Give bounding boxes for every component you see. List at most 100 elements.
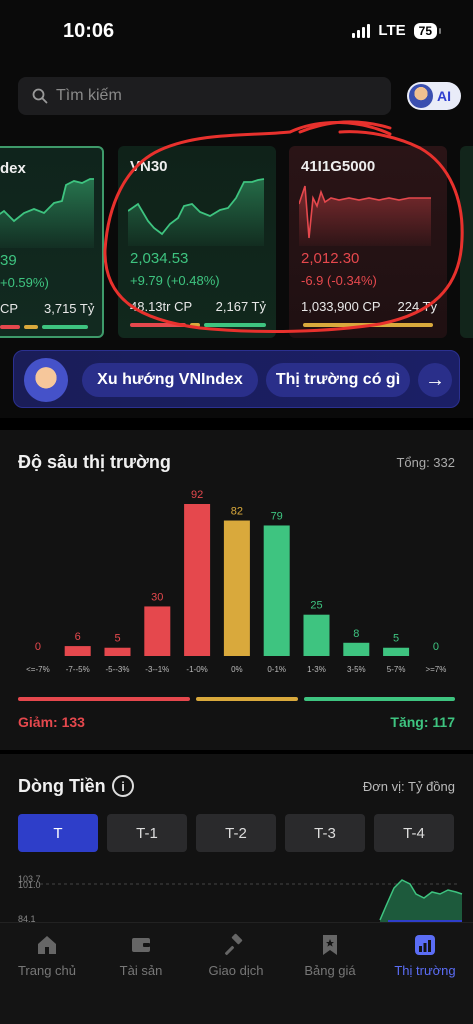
tab-t[interactable]: T xyxy=(18,814,98,852)
money-flow-section: Dòng Tiền i Đơn vị: Tỷ đồng T T-1 T-2 T-… xyxy=(0,754,473,924)
nav-label: Tài sản xyxy=(119,963,163,978)
status-time: 10:06 xyxy=(63,20,115,42)
vnindex-trend-chip[interactable]: Xu hướng VNIndex xyxy=(82,363,258,397)
index-price: 2,012.30 xyxy=(301,250,360,267)
search-input[interactable] xyxy=(56,87,356,105)
y-tick: 101.0 xyxy=(18,880,41,890)
depth-bar-value: 0 xyxy=(433,641,439,653)
index-change: +0.59%) xyxy=(0,275,49,290)
breadth-bar-flat xyxy=(24,325,38,329)
nav-item-home[interactable]: Trang chủ xyxy=(0,933,94,978)
status-right: LTE 75 xyxy=(352,22,442,39)
wallet-icon xyxy=(132,938,150,952)
nav-item-market[interactable]: Thị trường xyxy=(378,933,472,978)
unit-label: Đơn vị: Tỷ đồng xyxy=(362,779,455,794)
index-price: 2,034.53 xyxy=(130,250,189,267)
depth-bar-value: 25 xyxy=(310,600,322,612)
network-label: LTE xyxy=(378,22,406,39)
home-icon xyxy=(38,936,56,954)
market-news-chip[interactable]: Thị trường có gì xyxy=(266,363,410,397)
status-bar: 10:06 LTE 75 xyxy=(0,0,473,64)
index-card-vn30[interactable]: VN30 2,034.53 +9.79 (+0.48%) 48.13tr CP … xyxy=(118,146,276,338)
market-chart-icon xyxy=(415,935,435,955)
depth-category-label: <=-7% xyxy=(26,665,50,674)
depth-bar xyxy=(144,606,171,656)
breadth-bar-up xyxy=(204,323,266,327)
ai-mascot-icon xyxy=(409,84,433,108)
money-flow-chart: 103.7 101.0 84.1 xyxy=(18,874,463,924)
breadth-bar-flat xyxy=(303,323,433,327)
increase-count: Tăng: 117 xyxy=(390,714,455,730)
index-card-futures[interactable]: 41I1G5000 2,012.30 -6.9 (-0.34%) 1,033,9… xyxy=(289,146,447,338)
tab-t-3[interactable]: T-3 xyxy=(285,814,365,852)
breadth-bar-down xyxy=(130,323,186,327)
depth-category-label: -3--1% xyxy=(145,665,169,674)
ai-label: AI xyxy=(437,88,451,104)
ai-suggestion-banner: Xu hướng VNIndex Thị trường có gì → xyxy=(13,350,460,408)
depth-bar xyxy=(343,642,370,656)
hammer-icon xyxy=(224,933,243,956)
nav-item-assets[interactable]: Tài sản xyxy=(94,933,188,978)
breadth-bar-up xyxy=(42,325,88,329)
mascot-icon xyxy=(24,358,68,402)
nav-label: Bảng giá xyxy=(304,963,356,978)
depth-category-label: 3-5% xyxy=(347,665,366,674)
breadth-bar-flat xyxy=(190,323,200,327)
total-count: Tổng: 332 xyxy=(396,455,455,470)
ai-assistant-button[interactable]: AI xyxy=(407,82,461,110)
tab-t-2[interactable]: T-2 xyxy=(196,814,276,852)
depth-category-label: -5--3% xyxy=(105,665,129,674)
market-depth-chart: 0 <=-7% 6 -7--5% 5 -5--3% 30 -3--1% 92 -1-0% 82 0% 7… xyxy=(26,489,446,674)
nav-item-trade[interactable]: Giao dịch xyxy=(189,933,283,978)
tab-t-4[interactable]: T-4 xyxy=(374,814,454,852)
index-name: VN30 xyxy=(130,158,168,175)
depth-bar xyxy=(383,647,410,656)
index-price: 39 xyxy=(0,252,17,269)
depth-category-label: 5-7% xyxy=(387,665,406,674)
market-screen: 10:06 LTE 75 AI dex 39 +0.59%) CP xyxy=(0,0,473,1024)
depth-category-label: 1-3% xyxy=(307,665,326,674)
index-cards: dex 39 +0.59%) CP 3,715 Tỷ VN30 2,034.53… xyxy=(0,146,473,338)
breadth-bar-down xyxy=(0,325,20,329)
period-tabs: T T-1 T-2 T-3 T-4 xyxy=(18,814,454,852)
search-bar[interactable] xyxy=(18,77,391,115)
index-value: 3,715 Tỷ xyxy=(44,301,95,316)
depth-bar-value: 82 xyxy=(231,506,243,518)
depth-bar-value: 6 xyxy=(75,631,81,643)
depth-bar-value: 30 xyxy=(151,591,163,603)
info-icon[interactable]: i xyxy=(112,775,134,797)
index-change: +9.79 (+0.48%) xyxy=(130,273,220,288)
depth-category-label: 0-1% xyxy=(267,665,286,674)
index-change: -6.9 (-0.34%) xyxy=(301,273,377,288)
unchanged-bar xyxy=(196,697,298,701)
index-value: 224 Tỷ xyxy=(397,299,437,314)
index-card-vnindex[interactable]: dex 39 +0.59%) CP 3,715 Tỷ xyxy=(0,146,104,338)
increase-bar xyxy=(304,697,455,701)
depth-category-label: >=7% xyxy=(425,665,446,674)
index-card-next[interactable] xyxy=(460,146,473,338)
depth-bar xyxy=(64,646,91,656)
depth-bar-value: 0 xyxy=(35,641,41,653)
nav-label: Trang chủ xyxy=(17,963,77,978)
nav-item-price-board[interactable]: Bảng giá xyxy=(283,933,377,978)
index-volume: CP xyxy=(0,301,19,316)
index-sparkline xyxy=(128,178,265,246)
tab-t-1[interactable]: T-1 xyxy=(107,814,187,852)
depth-bar-value: 92 xyxy=(191,489,203,501)
index-sparkline xyxy=(299,185,431,246)
arrow-right-icon[interactable]: → xyxy=(418,363,452,397)
depth-bar xyxy=(184,504,211,656)
section-title: Dòng Tiền xyxy=(18,776,106,796)
index-name: 41I1G5000 xyxy=(301,158,376,175)
signal-icon xyxy=(352,23,371,38)
depth-bar xyxy=(263,525,290,656)
depth-bar-value: 8 xyxy=(353,628,359,640)
index-volume: 1,033,900 CP xyxy=(301,299,381,314)
nav-label: Giao dịch xyxy=(208,963,264,978)
battery-icon: 75 xyxy=(413,22,442,39)
depth-bar-value: 79 xyxy=(271,510,283,522)
depth-bar-value: 5 xyxy=(393,633,399,645)
section-title: Độ sâu thị trường xyxy=(18,452,171,472)
depth-bar xyxy=(104,647,131,656)
depth-bar xyxy=(303,614,330,656)
